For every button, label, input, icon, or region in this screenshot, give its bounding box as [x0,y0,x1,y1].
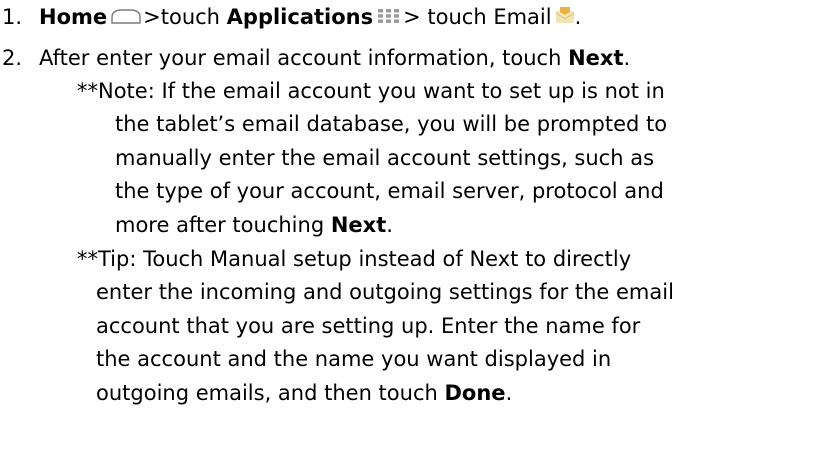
done-label: Done [444,381,506,405]
tip-line-2: enter the incoming and outgoing settings… [96,280,674,304]
tip-line-3: account that you are setting up. Enter t… [96,314,641,338]
note-line-5: more after touching Next. [115,213,393,237]
touch-email-text: > touch Email [403,5,552,29]
applications-icon [377,8,401,24]
note-line-1: **Note: If the email account you want to… [77,79,665,103]
tip-line-1: **Tip: Touch Manual setup instead of Nex… [77,247,632,271]
touch-text: >touch [143,5,220,29]
step-number: 1. [2,5,23,29]
note-line-4: the type of your account, email server, … [115,179,664,203]
tip-line-5: outgoing emails, and then touch Done. [96,381,513,405]
home-label: Home [39,5,108,29]
step-2-text: After enter your email account informati… [39,46,562,70]
note-line-3: manually enter the email account setting… [115,146,655,170]
applications-label: Applications [226,5,374,29]
home-icon [110,7,142,25]
email-icon [555,5,575,25]
step-number: 2. [2,46,23,70]
next-label: Next [568,46,624,70]
note-line-2: the tablet’s email database, you will be… [115,112,668,136]
tip-line-4: the account and the name you want displa… [96,347,612,371]
next-label: Next [330,213,387,237]
